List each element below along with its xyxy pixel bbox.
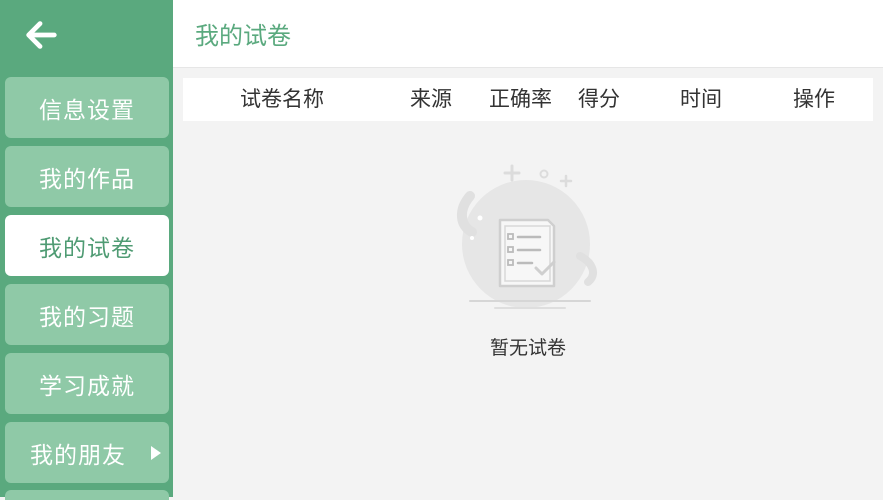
sidebar-item-achievements[interactable]: 学习成就 <box>5 353 169 414</box>
sidebar-item-my-exercises[interactable]: 我的习题 <box>5 284 169 345</box>
sidebar-item-my-papers[interactable]: 我的试卷 <box>5 215 169 276</box>
page-title: 我的试卷 <box>195 22 291 50</box>
sidebar-item-label: 我的朋友 <box>30 442 126 469</box>
sidebar-item-my-works[interactable]: 我的作品 <box>5 146 169 207</box>
sidebar-item-partial[interactable] <box>5 490 169 500</box>
sidebar-item-label: 我的作品 <box>39 166 135 193</box>
sidebar-item-my-friends[interactable]: 我的朋友 <box>5 422 169 483</box>
sidebar-item-info-settings[interactable]: 信息设置 <box>5 77 169 138</box>
empty-document-icon <box>457 164 598 309</box>
column-header-name: 试卷名称 <box>240 87 324 111</box>
back-button[interactable] <box>0 0 173 70</box>
empty-state-message: 暂无试卷 <box>489 337 566 359</box>
sidebar-item-label: 学习成就 <box>39 373 135 400</box>
sidebar-item-label: 我的试卷 <box>39 235 135 262</box>
table-header: 试卷名称 来源 正确率 得分 时间 操作 <box>183 78 873 121</box>
column-header-time: 时间 <box>680 87 722 111</box>
expand-arrow-icon <box>151 445 161 460</box>
sidebar: 信息设置 我的作品 我的试卷 我的习题 学习成就 我的朋友 <box>0 0 173 500</box>
column-header-score: 得分 <box>578 87 620 111</box>
arrow-left-icon <box>26 21 57 49</box>
sidebar-item-label: 我的习题 <box>39 304 135 331</box>
column-header-action: 操作 <box>793 87 835 111</box>
column-header-accuracy: 正确率 <box>489 87 552 111</box>
header: 我的试卷 <box>173 0 883 68</box>
column-header-source: 来源 <box>410 87 452 111</box>
sidebar-item-label: 信息设置 <box>39 97 135 124</box>
